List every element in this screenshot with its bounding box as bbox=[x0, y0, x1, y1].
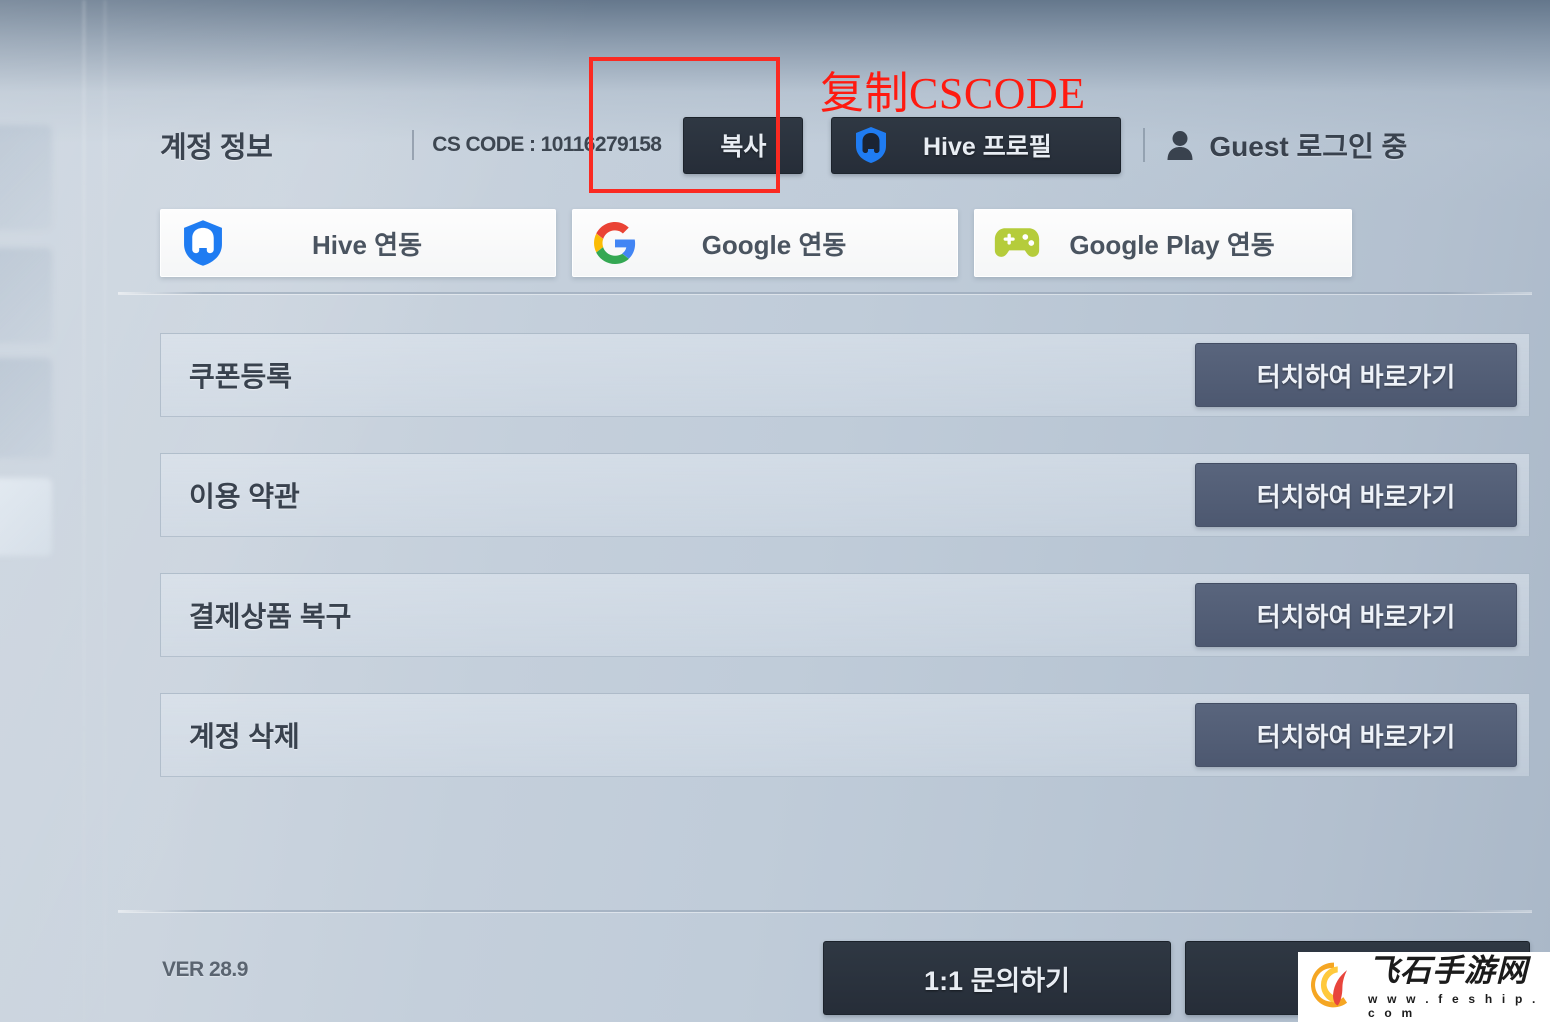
person-icon bbox=[1165, 129, 1195, 161]
site-watermark: 飞石手游网 w w w . f e s h i p . c o m bbox=[1298, 952, 1550, 1022]
app-screen: 계정 정보 CS CODE : 10116279158 복사 Hive 프로필 … bbox=[0, 0, 1550, 1022]
bg-decor-card bbox=[0, 125, 52, 230]
google-link-button[interactable]: Google 연동 bbox=[572, 209, 958, 277]
table-row[interactable]: 쿠폰등록 터치하여 바로가기 bbox=[160, 333, 1530, 417]
row-label: 이용 약관 bbox=[189, 481, 300, 512]
header-separator bbox=[412, 130, 415, 160]
account-link-buttons: Hive 연동 Google 연동 Google Play 연동 bbox=[160, 209, 1352, 277]
bg-decor-line bbox=[83, 0, 85, 1022]
login-status-label: Guest 로그인 중 bbox=[1209, 131, 1408, 162]
hive-profile-button[interactable]: Hive 프로필 bbox=[831, 116, 1122, 174]
version-label: VER 28.9 bbox=[162, 958, 248, 981]
bg-decor-card bbox=[0, 478, 52, 556]
google-play-link-label: Google Play 연동 bbox=[1069, 229, 1275, 260]
goto-button[interactable]: 터치하여 바로가기 bbox=[1195, 703, 1517, 767]
account-menu-list: 쿠폰등록 터치하여 바로가기 이용 약관 터치하여 바로가기 결제상품 복구 터… bbox=[160, 333, 1530, 813]
watermark-text: 飞石手游网 w w w . f e s h i p . c o m bbox=[1368, 955, 1550, 1020]
watermark-title: 飞石手游网 bbox=[1368, 952, 1528, 988]
goto-button[interactable]: 터치하여 바로가기 bbox=[1195, 463, 1517, 527]
account-info-header: 계정 정보 CS CODE : 10116279158 복사 Hive 프로필 … bbox=[160, 112, 1407, 178]
hive-shield-icon bbox=[177, 219, 229, 267]
top-divider bbox=[118, 292, 1532, 294]
google-g-icon bbox=[589, 222, 641, 264]
annotation-highlight-box bbox=[589, 57, 780, 193]
google-play-gamepad-icon bbox=[991, 224, 1043, 262]
row-label: 쿠폰등록 bbox=[189, 361, 293, 392]
table-row[interactable]: 결제상품 복구 터치하여 바로가기 bbox=[160, 573, 1530, 657]
table-row[interactable]: 이용 약관 터치하여 바로가기 bbox=[160, 453, 1530, 537]
login-status: Guest 로그인 중 bbox=[1165, 125, 1407, 165]
hive-shield-icon bbox=[854, 126, 888, 164]
bg-decor-line bbox=[104, 0, 106, 1022]
bg-decor-card bbox=[0, 248, 52, 343]
goto-button[interactable]: 터치하여 바로가기 bbox=[1195, 343, 1517, 407]
google-play-link-button[interactable]: Google Play 연동 bbox=[974, 209, 1352, 277]
header-separator-2 bbox=[1143, 128, 1146, 162]
hive-link-label: Hive 연동 bbox=[312, 229, 422, 260]
inquiry-button[interactable]: 1:1 문의하기 bbox=[823, 941, 1171, 1015]
hive-link-button[interactable]: Hive 연동 bbox=[160, 209, 556, 277]
google-link-label: Google 연동 bbox=[701, 229, 847, 260]
feship-swoosh-logo-icon bbox=[1306, 957, 1362, 1018]
goto-button[interactable]: 터치하여 바로가기 bbox=[1195, 583, 1517, 647]
watermark-url: w w w . f e s h i p . c o m bbox=[1368, 991, 1539, 1020]
table-row[interactable]: 계정 삭제 터치하여 바로가기 bbox=[160, 693, 1530, 777]
row-label: 결제상품 복구 bbox=[189, 601, 352, 632]
hive-profile-label: Hive 프로필 bbox=[922, 133, 1052, 161]
annotation-note: 复制CSCODE bbox=[820, 69, 1086, 118]
cs-code-label: CS CODE : bbox=[432, 133, 536, 156]
row-label: 계정 삭제 bbox=[189, 721, 300, 752]
inquiry-button-label: 1:1 문의하기 bbox=[924, 965, 1070, 996]
bottom-divider bbox=[118, 910, 1532, 912]
bg-decor-card bbox=[0, 358, 52, 458]
page-title: 계정 정보 bbox=[160, 132, 273, 164]
